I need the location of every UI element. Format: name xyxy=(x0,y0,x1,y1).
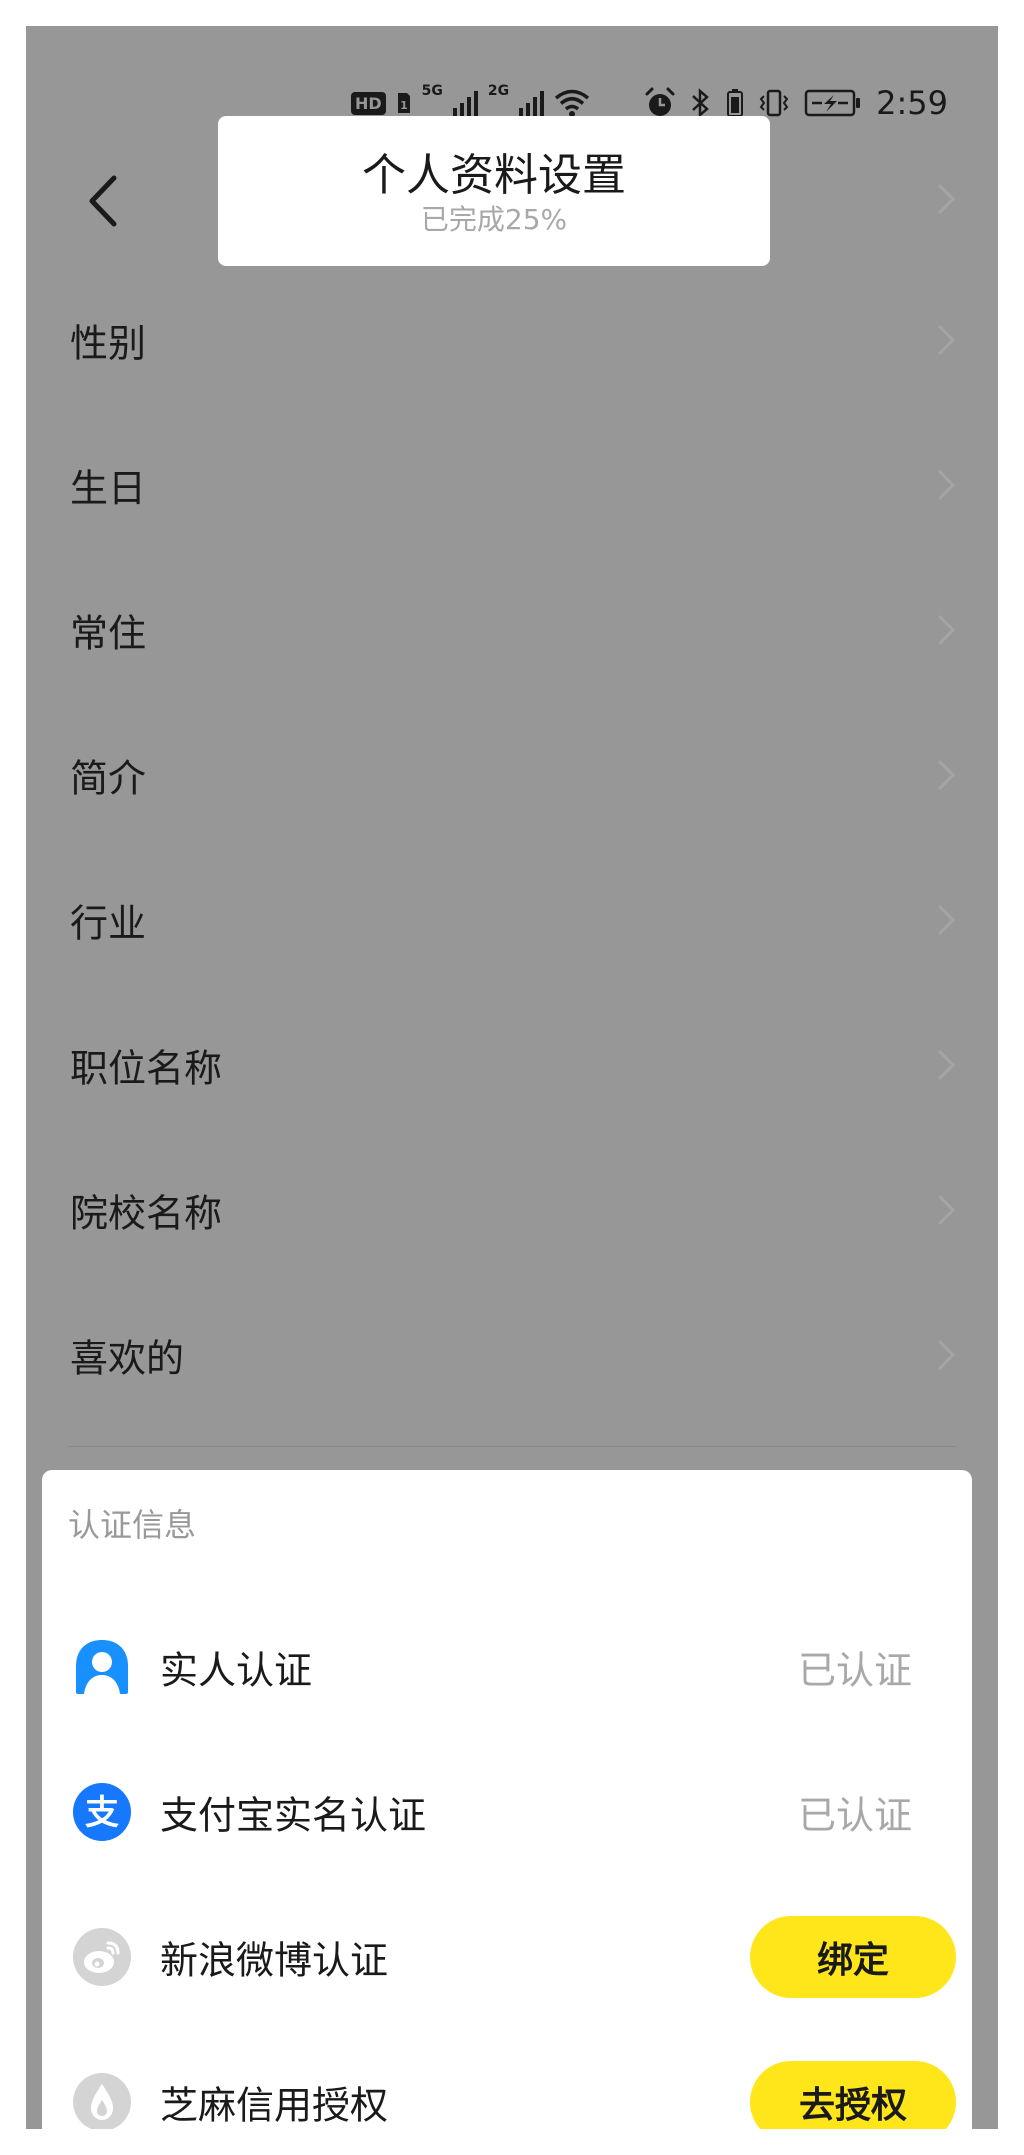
sim1-network-label: 5G xyxy=(421,83,443,99)
auth-section-title: 认证信息 xyxy=(68,1506,197,1544)
hd-badge: HD xyxy=(351,91,386,115)
chevron-right-icon xyxy=(938,760,956,789)
sim2-network-label: 2G xyxy=(487,83,510,99)
small-battery-icon xyxy=(727,89,744,117)
auth-item-sesame-credit[interactable]: 芝麻信用授权 去授权 xyxy=(42,2029,972,2129)
authorize-sesame-button[interactable]: 去授权 xyxy=(750,2060,956,2129)
bind-weibo-button[interactable]: 绑定 xyxy=(750,1915,956,1998)
auth-item-label: 新浪微博认证 xyxy=(160,1938,389,1982)
auth-item-real-person[interactable]: 实人认证 已认证 xyxy=(42,1594,972,1739)
auth-item-alipay[interactable]: 支 支付宝实名认证 已认证 xyxy=(42,1739,972,1884)
weibo-icon xyxy=(73,1927,131,1986)
profile-item-likes[interactable]: 喜欢的 xyxy=(26,1282,998,1427)
list-item-label: 生日 xyxy=(70,466,147,510)
profile-item-birthday[interactable]: 生日 xyxy=(26,412,998,557)
chevron-right-icon xyxy=(938,184,956,213)
vibrate-icon xyxy=(759,89,789,117)
profile-item-residence[interactable]: 常住 xyxy=(26,557,998,702)
bluetooth-icon xyxy=(692,88,710,118)
person-verify-icon xyxy=(76,1639,128,1694)
profile-item-gender[interactable]: 性别 xyxy=(26,267,998,412)
chevron-right-icon xyxy=(938,1050,956,1079)
sim2-signal-icon xyxy=(519,90,545,116)
screen: HD 1 5G 2G 2:59 个人资料设置 已完成25% 性别 生日 常住 简… xyxy=(26,26,998,2129)
auth-item-weibo[interactable]: 新浪微博认证 绑定 xyxy=(42,1884,972,2029)
chevron-right-icon xyxy=(938,1195,956,1224)
sesame-credit-icon xyxy=(73,2072,131,2129)
status-time: 2:59 xyxy=(876,84,948,122)
auth-status-verified: 已认证 xyxy=(797,1648,912,1692)
chevron-right-icon xyxy=(938,325,956,354)
list-item-label: 喜欢的 xyxy=(70,1336,185,1380)
auth-status-verified: 已认证 xyxy=(797,1793,912,1837)
list-item-label: 职位名称 xyxy=(70,1046,223,1090)
alipay-icon: 支 xyxy=(73,1782,131,1841)
list-item-label: 院校名称 xyxy=(70,1191,223,1235)
profile-item-bio[interactable]: 简介 xyxy=(26,702,998,847)
auth-item-label: 实人认证 xyxy=(160,1648,313,1692)
alarm-icon xyxy=(645,87,675,116)
auth-info-sheet: 认证信息 实人认证 已认证 支 支付宝实名认证 已认证 新浪微博认证 绑定 芝麻… xyxy=(42,1470,972,2129)
profile-item-industry[interactable]: 行业 xyxy=(26,847,998,992)
svg-text:1: 1 xyxy=(400,99,408,112)
auth-item-label: 芝麻信用授权 xyxy=(160,2083,389,2127)
auth-item-label: 支付宝实名认证 xyxy=(160,1793,427,1837)
list-item-hidden[interactable] xyxy=(26,126,998,271)
list-item-label: 常住 xyxy=(70,611,147,655)
list-item-label: 性别 xyxy=(70,321,147,365)
list-divider xyxy=(68,1446,956,1447)
list-item-label: 行业 xyxy=(70,901,147,945)
wifi-icon xyxy=(555,89,590,117)
chevron-right-icon xyxy=(938,615,956,644)
profile-item-school[interactable]: 院校名称 xyxy=(26,1137,998,1282)
battery-charging-icon xyxy=(804,89,861,117)
svg-text:支: 支 xyxy=(85,1793,119,1833)
sim1-signal-icon xyxy=(452,90,478,116)
chevron-right-icon xyxy=(938,1340,956,1369)
list-item-label: 简介 xyxy=(70,756,147,800)
chevron-right-icon xyxy=(938,905,956,934)
chevron-right-icon xyxy=(938,470,956,499)
sim-card-icon: 1 xyxy=(397,93,410,113)
profile-item-job-title[interactable]: 职位名称 xyxy=(26,992,998,1137)
